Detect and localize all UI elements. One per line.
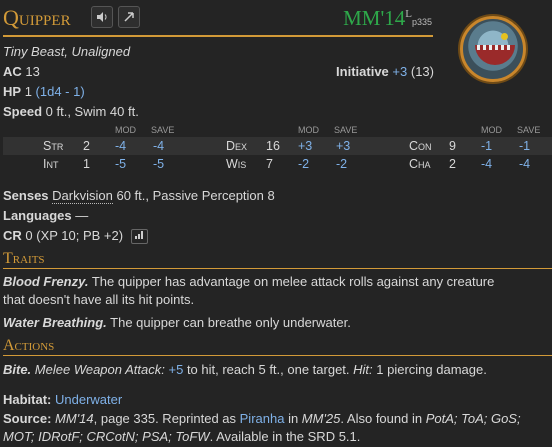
damage-text: 1 piercing damage. bbox=[372, 362, 487, 377]
source-badge[interactable]: MM'14Lp335 bbox=[343, 6, 432, 31]
initiative: Initiative +3 (13) bbox=[336, 64, 434, 79]
trait-text: The quipper can breathe only underwater. bbox=[106, 315, 351, 330]
hp-label: HP bbox=[3, 84, 22, 99]
hit-points: HP 1 (1d4 - 1) bbox=[3, 84, 85, 99]
languages: Languages — bbox=[3, 208, 88, 223]
hp-value: 1 bbox=[24, 84, 32, 99]
source-text: Source: MM'14, page 335. Reprinted as Pi… bbox=[3, 411, 521, 444]
hp-formula[interactable]: (1d4 - 1) bbox=[36, 84, 85, 99]
mod-header: MOD bbox=[298, 125, 319, 135]
legacy-flag: L bbox=[405, 8, 412, 20]
source-label: Source: bbox=[3, 411, 52, 426]
initiative-score: (13) bbox=[410, 64, 434, 79]
ac-label: AC bbox=[3, 64, 22, 79]
senses-label: Senses bbox=[3, 188, 49, 203]
to-hit-roll[interactable]: +5 bbox=[169, 362, 184, 377]
ability-row-int: Int 1 -5 -5 bbox=[43, 157, 165, 171]
challenge-rating: CR 0 (XP 10; PB +2) bbox=[3, 228, 148, 245]
cr-scale-button[interactable] bbox=[130, 229, 148, 245]
armor-class: AC 13 bbox=[3, 64, 40, 79]
action-bite: Bite. Melee Weapon Attack: +5 to hit, re… bbox=[3, 361, 549, 379]
mod-header: MOD bbox=[481, 125, 502, 135]
ability-row-wis: Wis 7 -2 -2 bbox=[226, 157, 348, 171]
senses: Senses Darkvision 60 ft., Passive Percep… bbox=[3, 188, 275, 204]
speed-label: Speed bbox=[3, 104, 43, 119]
trait-text: The quipper has advantage on melee attac… bbox=[88, 274, 495, 289]
cr-value: 0 (XP 10; PB +2) bbox=[25, 228, 124, 243]
source-abbr[interactable]: MM'14 bbox=[343, 6, 405, 30]
speaker-icon bbox=[97, 12, 107, 22]
mod-header: MOD bbox=[115, 125, 136, 135]
initiative-mod[interactable]: +3 bbox=[392, 64, 407, 79]
hit-label: Hit: bbox=[353, 362, 373, 377]
actions-heading: Actions bbox=[3, 337, 552, 356]
trait-name: Blood Frenzy. bbox=[3, 274, 89, 289]
roll-button[interactable] bbox=[118, 6, 140, 28]
save-header: SAVE bbox=[334, 125, 358, 135]
trait-text-cont: that doesn't have all its hit points. bbox=[3, 292, 195, 307]
ability-group-2: MOD SAVE Dex 16 +3 +3 Wis 7 -2 -2 bbox=[186, 122, 369, 173]
initiative-label: Initiative bbox=[336, 64, 389, 79]
creature-name: Quipper bbox=[3, 5, 71, 30]
habitat: Habitat: Underwater bbox=[3, 392, 122, 407]
ability-row-dex: Dex 16 +3 +3 bbox=[186, 137, 369, 155]
habitat-label: Habitat: bbox=[3, 392, 52, 407]
size-type: Tiny Beast, Unaligned bbox=[3, 44, 131, 59]
source-page: p335 bbox=[411, 17, 432, 27]
attack-type: Melee Weapon Attack: bbox=[34, 362, 165, 377]
reprint-book[interactable]: MM'25 bbox=[302, 411, 341, 426]
trait-name: Water Breathing. bbox=[3, 315, 107, 330]
trait-blood-frenzy: Blood Frenzy. The quipper has advantage … bbox=[3, 273, 549, 309]
ac-value: 13 bbox=[25, 64, 40, 79]
creature-token[interactable] bbox=[460, 16, 526, 82]
action-name: Bite. bbox=[3, 362, 32, 377]
attack-text: to hit, reach 5 ft., one target. bbox=[183, 362, 354, 377]
play-sound-button[interactable] bbox=[91, 6, 113, 28]
languages-label: Languages bbox=[3, 208, 72, 223]
save-header: SAVE bbox=[151, 125, 175, 135]
habitat-link[interactable]: Underwater bbox=[55, 392, 122, 407]
cr-label: CR bbox=[3, 228, 22, 243]
bar-chart-icon bbox=[135, 231, 144, 240]
darkvision-link[interactable]: Darkvision bbox=[52, 188, 113, 204]
speed-value: 0 ft., Swim 40 ft. bbox=[45, 104, 139, 119]
arrow-icon bbox=[124, 12, 134, 22]
traits-heading: Traits bbox=[3, 250, 552, 269]
ability-group-1: MOD SAVE Str 2 -4 -4 Int 1 -5 -5 bbox=[3, 122, 186, 173]
other-books-cont[interactable]: MOT; IDRotF; CRCotN; PSA; ToFW bbox=[3, 429, 210, 444]
other-books[interactable]: PotA; ToA; GoS; bbox=[426, 411, 521, 426]
save-header: SAVE bbox=[517, 125, 541, 135]
trait-water-breathing: Water Breathing. The quipper can breathe… bbox=[3, 314, 549, 332]
source-book[interactable]: MM'14 bbox=[55, 411, 94, 426]
ability-row-cha: Cha 2 -4 -4 bbox=[409, 157, 531, 171]
ability-row-con: Con 9 -1 -1 bbox=[369, 137, 552, 155]
ability-row-str: Str 2 -4 -4 bbox=[3, 137, 186, 155]
speed: Speed 0 ft., Swim 40 ft. bbox=[3, 104, 139, 119]
senses-value: 60 ft., Passive Perception 8 bbox=[116, 188, 275, 203]
ability-group-3: MOD SAVE Con 9 -1 -1 Cha 2 -4 -4 bbox=[369, 122, 552, 173]
reprint-link[interactable]: Piranha bbox=[240, 411, 285, 426]
header-divider bbox=[3, 35, 433, 37]
languages-value: — bbox=[75, 208, 89, 223]
